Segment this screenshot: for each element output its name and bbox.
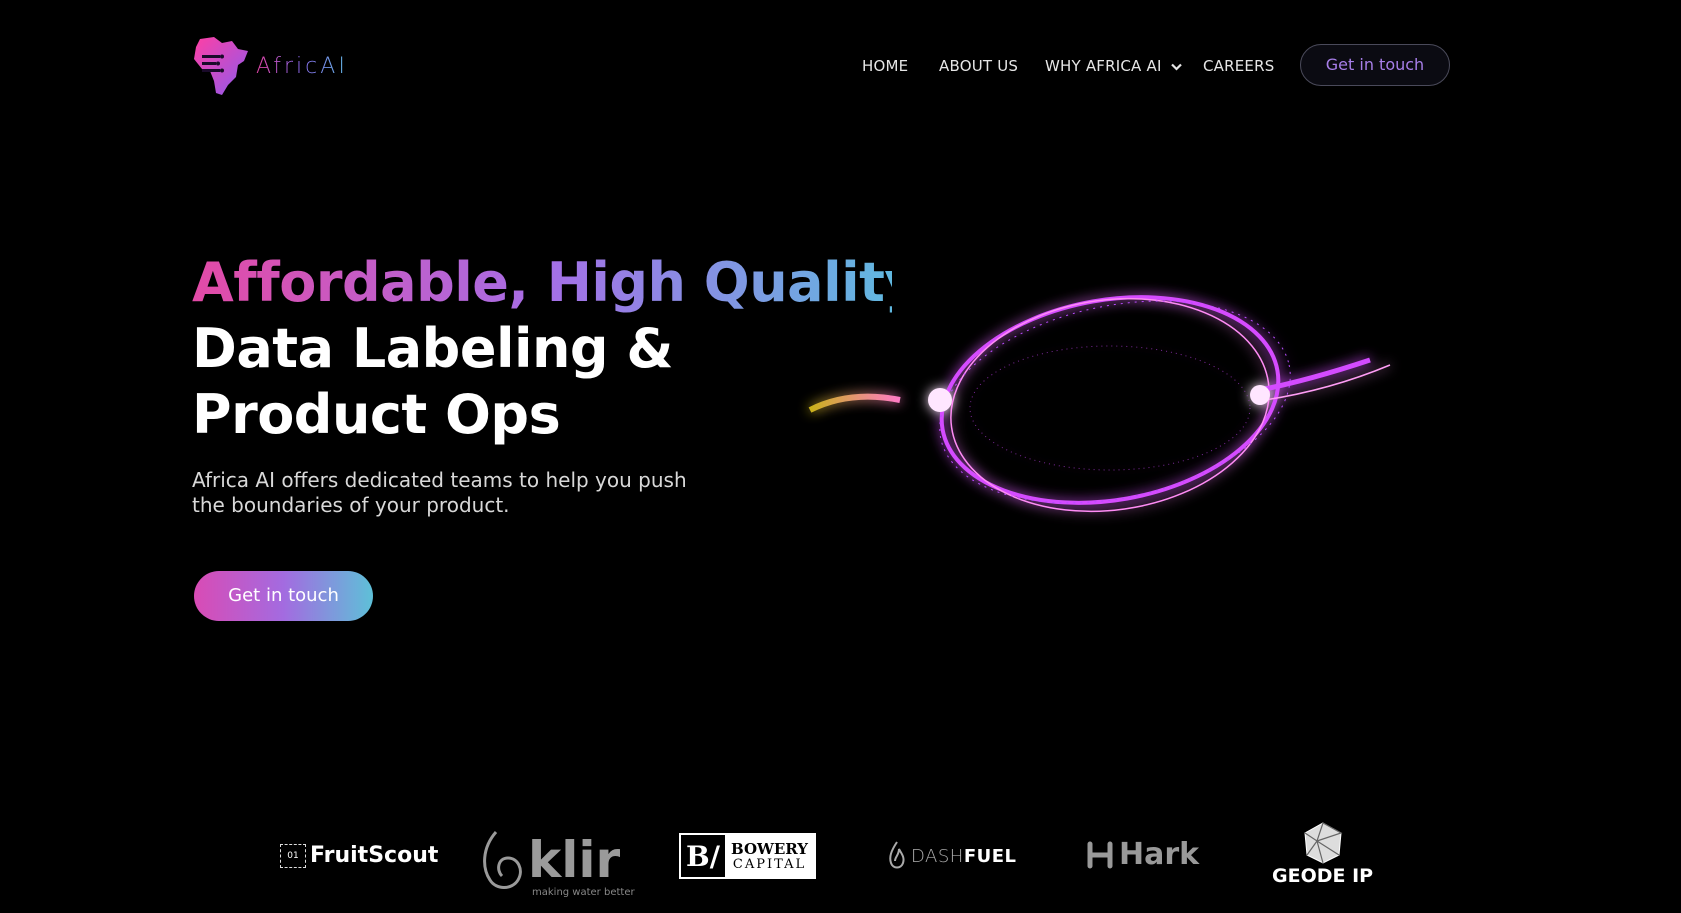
- hero-subtitle-line-2: the boundaries of your product.: [192, 493, 510, 517]
- geode-label: GEODE IP: [1272, 865, 1374, 887]
- hark-mark-icon: [1087, 841, 1113, 868]
- nav-careers[interactable]: CAREERS: [1203, 44, 1274, 88]
- geode-crystal-icon: [1304, 822, 1343, 864]
- main-nav: HOME ABOUT US WHY AFRICA AI CAREERS Get …: [0, 44, 1681, 88]
- fruitscout-badge-icon: 01: [280, 843, 306, 868]
- nav-why-africa-ai-label: WHY AFRICA AI: [1045, 57, 1162, 75]
- hero-title: Affordable, High Quality Data Labeling &…: [192, 250, 920, 448]
- hero-get-in-touch-button[interactable]: Get in touch: [194, 571, 373, 621]
- glowing-ring-illustration: [808, 295, 1391, 513]
- klir-drop-icon: [483, 831, 522, 889]
- chevron-down-icon: [1170, 63, 1182, 71]
- hero-title-line-3: Product Ops: [192, 383, 561, 446]
- hero-title-line-2: Data Labeling &: [192, 317, 673, 380]
- bowery-line-1: BOWERY: [730, 839, 808, 858]
- hero-title-line-1: Affordable, High Quality: [192, 251, 920, 314]
- dashfuel-logo: DASH FUEL: [887, 841, 1017, 871]
- hark-logo: Hark: [1085, 837, 1199, 872]
- hero-subtitle-line-1: Africa AI offers dedicated teams to help…: [192, 468, 687, 492]
- bowery-wordmark: BOWERY CAPITAL: [725, 835, 814, 877]
- hark-label: Hark: [1119, 837, 1200, 872]
- bowery-capital-logo: B/ BOWERY CAPITAL: [679, 833, 816, 879]
- bowery-line-2: CAPITAL: [732, 856, 807, 872]
- flame-icon: [889, 841, 905, 869]
- hero-subtitle: Africa AI offers dedicated teams to help…: [192, 468, 712, 518]
- klir-label: klir: [528, 831, 621, 889]
- nav-why-africa-ai[interactable]: WHY AFRICA AI: [1045, 44, 1182, 88]
- site-header: AfricAI HOME ABOUT US WHY AFRICA AI CARE…: [0, 0, 1681, 130]
- nav-home[interactable]: HOME: [862, 44, 908, 88]
- dashfuel-part-2: FUEL: [963, 845, 1017, 867]
- nav-about-us[interactable]: ABOUT US: [939, 44, 1018, 88]
- klir-tagline: making water better: [532, 887, 635, 898]
- klir-logo: klir making water better: [478, 825, 635, 898]
- bowery-mark: B/: [686, 839, 720, 873]
- geode-ip-logo: GEODE IP: [1272, 821, 1373, 887]
- header-get-in-touch-button[interactable]: Get in touch: [1300, 44, 1450, 86]
- dashfuel-part-1: DASH: [911, 845, 964, 867]
- fruitscout-logo: 01 FruitScout: [280, 843, 438, 868]
- client-logos: 01 FruitScout klir making water better B…: [0, 815, 1681, 905]
- fruitscout-label: FruitScout: [310, 843, 439, 868]
